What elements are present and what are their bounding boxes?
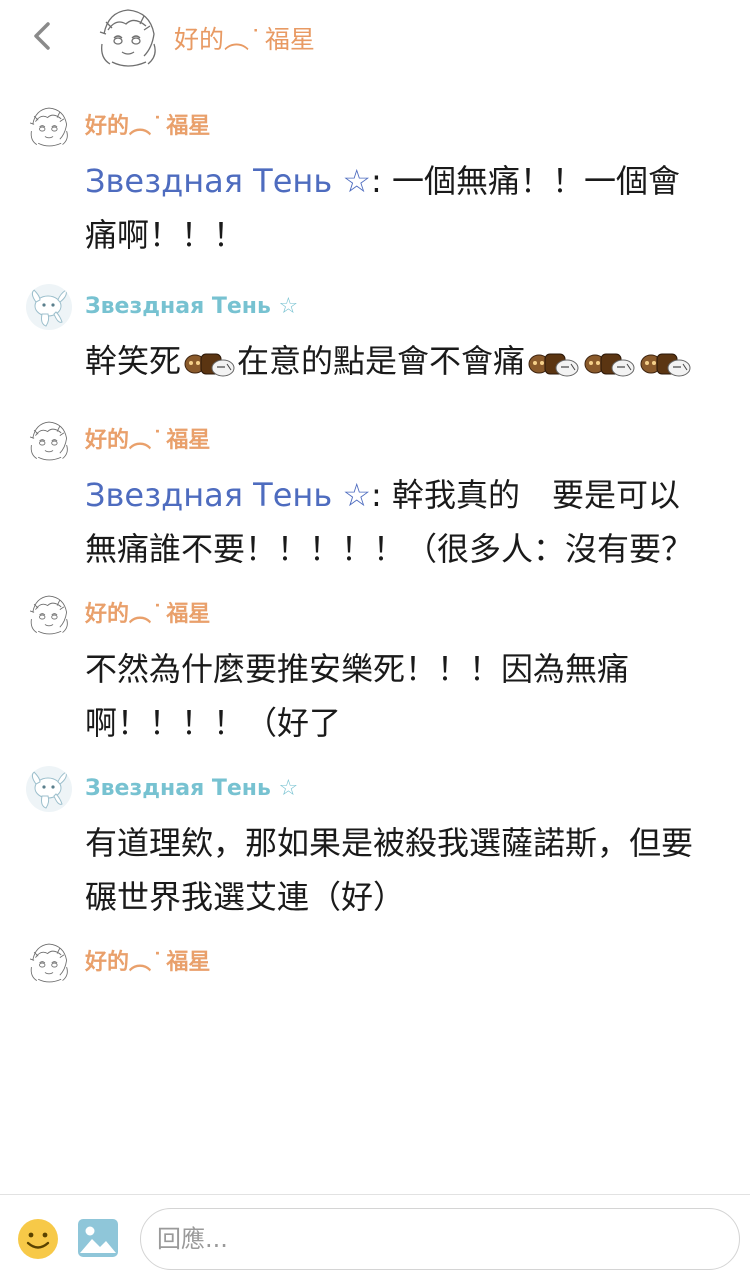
smiley-face-icon[interactable] — [16, 1217, 60, 1261]
message-author[interactable]: 好的︵ ͘ 福星 — [85, 576, 710, 630]
message-item: 好的︵ ͘ 福星 Звездная Тень ☆: 一個無痛！！一個會痛啊！！！ — [0, 88, 750, 262]
message-text-content: 幹笑死 — [85, 342, 182, 380]
message-text: 幹笑死 在意的點是會不會痛 — [85, 334, 710, 388]
message-text: 有道理欸，那如果是被殺我選薩諾斯，但要碾世界我選艾連（好） — [85, 816, 710, 924]
chick-laughing-sticker-icon — [637, 346, 693, 380]
reply-input[interactable] — [140, 1208, 740, 1270]
message-item: 好的︵ ͘ 福星 — [0, 924, 750, 978]
message-author[interactable]: 好的︵ ͘ 福星 — [85, 924, 710, 978]
image-upload-icon[interactable] — [76, 1217, 120, 1259]
message-feed[interactable]: 好的︵ ͘ 福星 Звездная Тень ☆: 一個無痛！！一個會痛啊！！！… — [0, 88, 750, 1194]
message-author[interactable]: 好的︵ ͘ 福星 — [85, 88, 710, 142]
avatar[interactable] — [26, 766, 72, 812]
message-text-content: 不然為什麼要推安樂死！！！因為無痛啊！！！！（好了 — [85, 650, 630, 742]
chick-laughing-sticker-icon — [581, 346, 637, 380]
message-text-content: 在意的點是會不會痛 — [237, 342, 526, 380]
avatar[interactable] — [26, 592, 72, 638]
chat-header: 好的︵ ͘ 福星 — [0, 0, 750, 76]
message-item: 好的︵ ͘ 福星 不然為什麼要推安樂死！！！因為無痛啊！！！！（好了 — [0, 576, 750, 750]
avatar[interactable] — [26, 418, 72, 464]
message-item: Звездная Тень ☆ 有道理欸，那如果是被殺我選薩諾斯，但要碾世界我選… — [0, 750, 750, 924]
header-title[interactable]: 好的︵ ͘ 福星 — [174, 20, 315, 56]
chick-laughing-sticker-icon — [525, 346, 581, 380]
avatar[interactable] — [26, 940, 72, 986]
message-item: 好的︵ ͘ 福星 Звездная Тень ☆: 幹我真的 要是可以無痛誰不要… — [0, 402, 750, 576]
avatar[interactable] — [26, 104, 72, 150]
avatar[interactable] — [26, 284, 72, 330]
chick-laughing-sticker-icon — [181, 346, 237, 380]
message-author[interactable]: 好的︵ ͘ 福星 — [85, 402, 710, 456]
mention-link[interactable]: Звездная Тень ☆ — [85, 476, 371, 514]
message-text: Звездная Тень ☆: 幹我真的 要是可以無痛誰不要！！！！！（很多人… — [85, 468, 710, 576]
chevron-left-icon[interactable] — [24, 16, 64, 56]
reply-composer — [0, 1194, 750, 1284]
header-avatar[interactable] — [94, 4, 162, 72]
mention-link[interactable]: Звездная Тень ☆ — [85, 162, 371, 200]
message-text: Звездная Тень ☆: 一個無痛！！一個會痛啊！！！ — [85, 154, 710, 262]
message-item: Звездная Тень ☆ 幹笑死 在意的點是會不會痛 — [0, 268, 750, 388]
message-author[interactable]: Звездная Тень ☆ — [85, 268, 710, 322]
message-author[interactable]: Звездная Тень ☆ — [85, 750, 710, 804]
message-text: 不然為什麼要推安樂死！！！因為無痛啊！！！！（好了 — [85, 642, 710, 750]
message-text-content: 有道理欸，那如果是被殺我選薩諾斯，但要碾世界我選艾連（好） — [85, 824, 694, 916]
